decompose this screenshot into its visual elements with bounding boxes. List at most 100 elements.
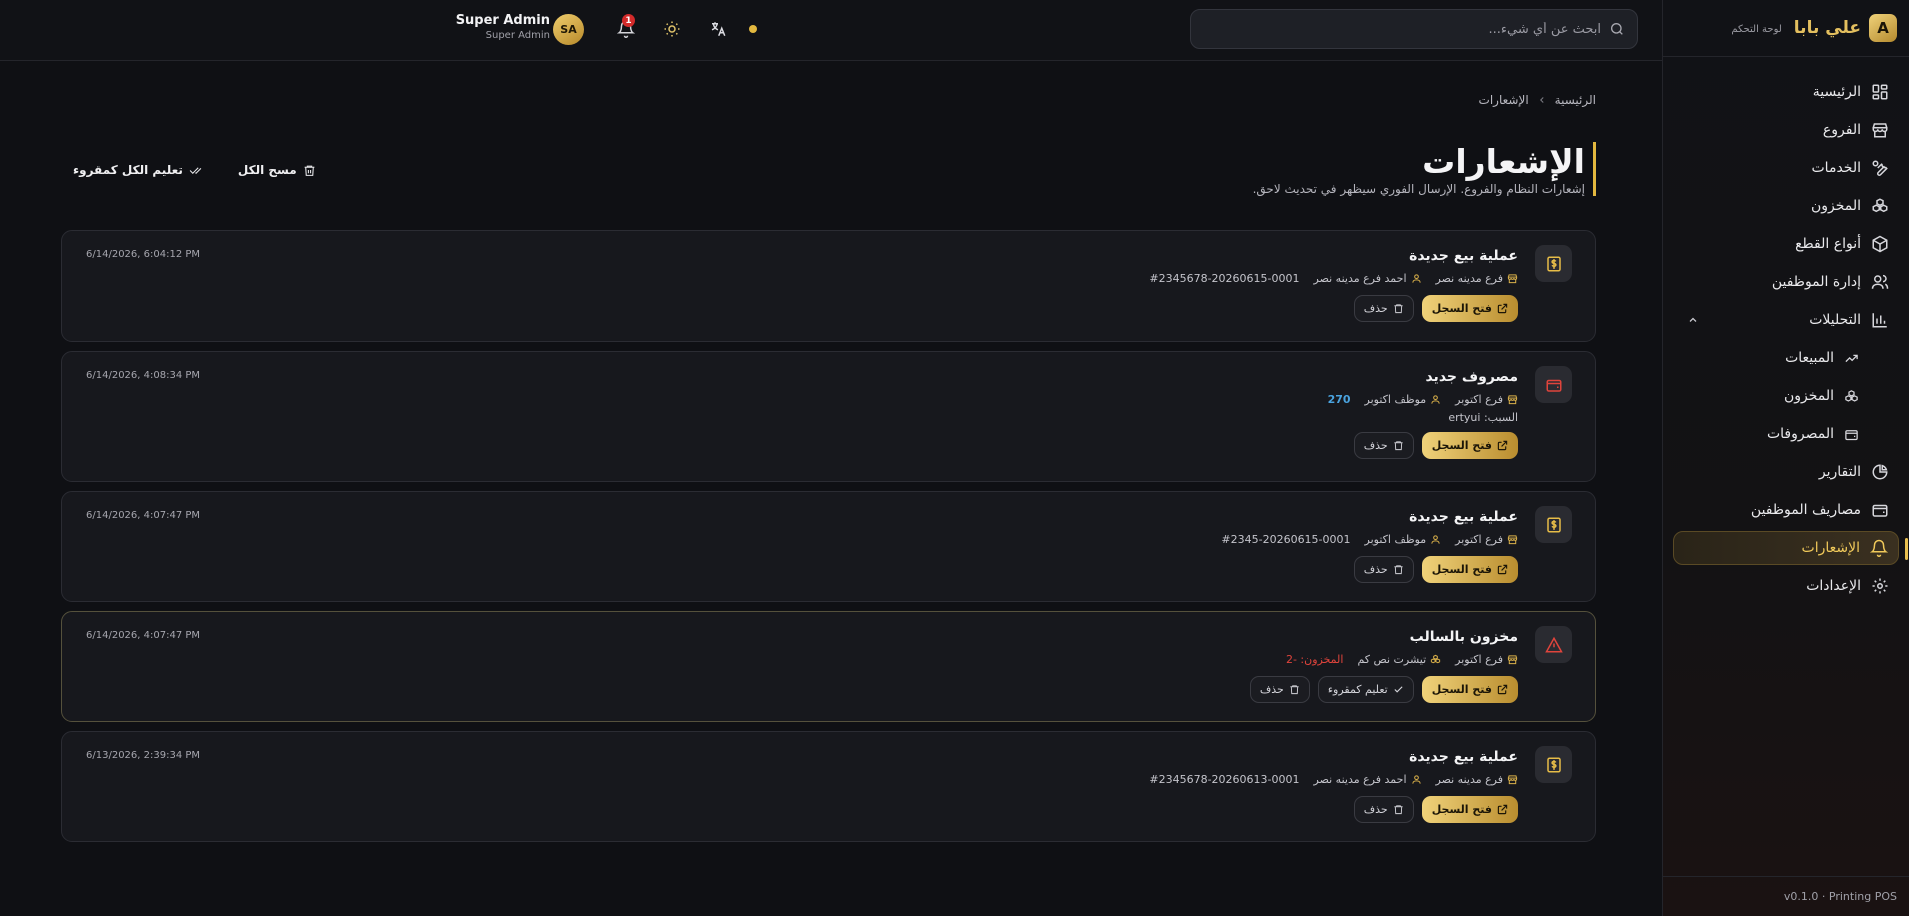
open-record-label: فتح السجل (1431, 439, 1492, 452)
wrench-icon (1871, 159, 1889, 177)
notification-actions: فتح السجل تعليم كمقروء حذف (1249, 676, 1518, 703)
sidebar-item-sales[interactable]: المبيعات (1673, 341, 1899, 375)
user-icon (1430, 394, 1441, 405)
sidebar-item-expenses[interactable]: المصروفات (1673, 417, 1899, 451)
branch-name: فرع مدينه نصر (1435, 773, 1504, 786)
user-role: Super Admin (485, 30, 550, 41)
open-record-label: فتح السجل (1431, 683, 1492, 696)
person-name: احمد فرع مدينه نصر (1313, 773, 1407, 786)
sidebar-item-employee-expenses[interactable]: مصاريف الموظفين (1673, 493, 1899, 527)
sidebar-item-label: الإعدادات (1806, 578, 1861, 594)
notification-title: مصروف جديد (1425, 369, 1518, 385)
notification-time: 6/14/2026, 4:07:47 PM (86, 510, 201, 521)
notification-title: مخزون بالسالب (1409, 629, 1518, 645)
notification-card: عملية بيع جديدة فرع مدينه نصر احمد فرع م… (61, 230, 1596, 342)
delete-button[interactable]: حذف (1353, 556, 1414, 583)
delete-button[interactable]: حذف (1353, 295, 1414, 322)
notifications-button[interactable]: 1 (612, 14, 640, 43)
sidebar-item-label: التحليلات (1809, 312, 1861, 328)
sidebar-item-analytics[interactable]: التحليلات (1673, 303, 1899, 337)
open-record-label: فتح السجل (1431, 803, 1492, 816)
notification-list: عملية بيع جديدة فرع مدينه نصر احمد فرع م… (61, 230, 1596, 851)
external-link-icon (1497, 804, 1508, 815)
pie-chart-icon (1871, 463, 1889, 481)
delete-button[interactable]: حذف (1353, 796, 1414, 823)
sidebar-item-part-types[interactable]: أنواع القطع (1673, 227, 1899, 261)
delete-button[interactable]: حذف (1249, 676, 1310, 703)
user-icon (1411, 774, 1422, 785)
language-button[interactable] (704, 15, 732, 43)
open-record-button[interactable]: فتح السجل (1421, 556, 1518, 583)
sidebar-item-settings[interactable]: الإعدادات (1673, 569, 1899, 603)
mark-all-read-button[interactable]: تعليم الكل كمقروء (73, 163, 202, 177)
open-record-button[interactable]: فتح السجل (1421, 295, 1518, 322)
sidebar-item-reports[interactable]: التقارير (1673, 455, 1899, 489)
open-record-button[interactable]: فتح السجل (1421, 676, 1518, 703)
trash-icon (1289, 684, 1300, 695)
notification-actions: فتح السجل حذف (1149, 796, 1518, 823)
delete-label: حذف (1363, 302, 1388, 315)
page-actions: تعليم الكل كمقروء مسح الكل (73, 163, 316, 177)
package-icon (1871, 235, 1889, 253)
notification-actions: فتح السجل حذف (1149, 295, 1518, 322)
open-record-label: فتح السجل (1431, 563, 1492, 576)
chevron-up-icon (1687, 314, 1699, 326)
sale-icon (1535, 506, 1572, 543)
store-icon (1507, 394, 1518, 405)
notification-card: مصروف جديد فرع اكتوبر موظف اكتوبر 270 ال… (61, 351, 1596, 482)
reference-number: #2345-20260615-0001 (1221, 533, 1351, 546)
mark-read-button[interactable]: تعليم كمقروء (1317, 676, 1414, 703)
branch-name: فرع اكتوبر (1455, 393, 1503, 406)
sidebar-item-services[interactable]: الخدمات (1673, 151, 1899, 185)
clear-all-button[interactable]: مسح الكل (238, 163, 316, 177)
boxes-icon (1430, 654, 1441, 665)
sidebar-item-branches[interactable]: الفروع (1673, 113, 1899, 147)
notification-title: عملية بيع جديدة (1409, 248, 1518, 264)
branch-name: فرع اكتوبر (1455, 533, 1503, 546)
avatar[interactable]: SA (553, 14, 584, 45)
open-record-label: فتح السجل (1431, 302, 1492, 315)
user-icon (1411, 273, 1422, 284)
user-info[interactable]: Super Admin Super Admin (440, 13, 550, 41)
notification-card: عملية بيع جديدة فرع مدينه نصر احمد فرع م… (61, 731, 1596, 842)
mark-read-label: تعليم كمقروء (1327, 683, 1388, 696)
sidebar: A علي بابا لوحة التحكم الرئيسية الفروع ا… (1662, 0, 1909, 916)
users-icon (1871, 273, 1889, 291)
open-record-button[interactable]: فتح السجل (1421, 432, 1518, 459)
notification-badge: 1 (622, 14, 635, 27)
sidebar-item-inventory[interactable]: المخزون (1673, 189, 1899, 223)
notification-card: عملية بيع جديدة فرع اكتوبر موظف اكتوبر #… (61, 491, 1596, 602)
search-box[interactable] (1190, 9, 1638, 49)
check-icon (1393, 684, 1404, 695)
sidebar-item-label: الرئيسية (1812, 84, 1861, 100)
trash-icon (1393, 303, 1404, 314)
person-meta: موظف اكتوبر (1365, 533, 1442, 546)
delete-label: حذف (1363, 803, 1388, 816)
notification-time: 6/13/2026, 2:39:34 PM (86, 750, 201, 761)
delete-button[interactable]: حذف (1353, 432, 1414, 459)
notification-title: عملية بيع جديدة (1409, 509, 1518, 525)
expense-amount: 270 (1327, 393, 1351, 406)
sidebar-item-home[interactable]: الرئيسية (1673, 75, 1899, 109)
branch-name: فرع مدينه نصر (1435, 272, 1504, 285)
notification-body: مخزون بالسالب فرع اكتوبر تيشرت نص كم الم… (1249, 629, 1518, 703)
sidebar-nav: الرئيسية الفروع الخدمات المخزون أنواع ال… (1663, 57, 1909, 603)
notification-body: عملية بيع جديدة فرع مدينه نصر احمد فرع م… (1149, 749, 1518, 823)
sun-icon (663, 20, 681, 38)
breadcrumb-home[interactable]: الرئيسية (1555, 93, 1596, 107)
brand[interactable]: A علي بابا لوحة التحكم (1663, 0, 1909, 56)
person-name: موظف اكتوبر (1364, 533, 1427, 546)
sidebar-item-label: الفروع (1822, 122, 1861, 138)
sidebar-item-label: الإشعارات (1801, 540, 1860, 556)
sidebar-item-inventory-analytics[interactable]: المخزون (1673, 379, 1899, 413)
notification-body: عملية بيع جديدة فرع مدينه نصر احمد فرع م… (1149, 248, 1518, 322)
open-record-button[interactable]: فتح السجل (1421, 796, 1518, 823)
sidebar-item-label: التقارير (1818, 464, 1861, 480)
sidebar-item-notifications[interactable]: الإشعارات (1673, 531, 1908, 565)
search-input[interactable] (1203, 21, 1601, 37)
boxes-icon (1871, 197, 1889, 215)
notification-title: عملية بيع جديدة (1409, 749, 1518, 765)
sidebar-item-employees[interactable]: إدارة الموظفين (1673, 265, 1899, 299)
external-link-icon (1497, 564, 1508, 575)
theme-toggle[interactable] (658, 15, 686, 43)
